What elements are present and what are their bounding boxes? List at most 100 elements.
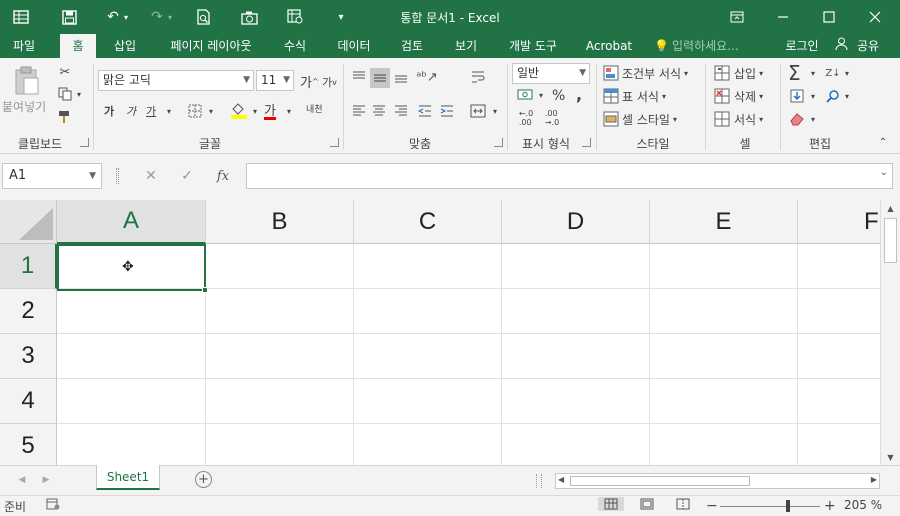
scroll-right-icon[interactable]: ▶ <box>871 475 877 484</box>
cell-e3[interactable] <box>650 334 798 379</box>
column-header[interactable]: B <box>206 200 354 244</box>
select-all-button[interactable] <box>0 200 57 244</box>
excel-app-icon[interactable] <box>8 6 34 28</box>
cell-b5[interactable] <box>206 424 354 465</box>
grow-font-button[interactable]: 가 ^ <box>300 72 319 91</box>
autosum-button[interactable]: Σ <box>788 61 801 85</box>
conditional-format-icon[interactable] <box>602 64 620 82</box>
copy-dropdown-icon[interactable]: ▾ <box>74 85 84 103</box>
format-cells-button[interactable]: 서식 ▾ <box>734 111 763 128</box>
number-launcher-icon[interactable] <box>582 138 591 147</box>
vertical-scroll-thumb[interactable] <box>884 218 897 263</box>
sheet-settings-icon[interactable] <box>282 6 308 28</box>
delete-cells-icon[interactable] <box>713 87 731 105</box>
cell-f1[interactable] <box>798 244 880 289</box>
macro-record-icon[interactable] <box>46 498 60 510</box>
find-select-dropdown-icon[interactable]: ▾ <box>842 88 852 104</box>
format-cells-icon[interactable] <box>713 110 731 128</box>
merge-dropdown-icon[interactable]: ▾ <box>490 103 500 119</box>
redo-dropdown-icon[interactable]: ▾ <box>164 6 176 28</box>
tab-insert[interactable]: 삽입 <box>106 34 144 58</box>
customize-qat-icon[interactable]: ▾ <box>328 6 354 28</box>
paste-button[interactable]: 붙여넣기 <box>2 98 46 115</box>
horizontal-scroll-thumb[interactable] <box>570 476 750 486</box>
row-header[interactable]: 3 <box>0 334 57 379</box>
horizontal-scrollbar[interactable]: ◀ ▶ <box>555 473 880 489</box>
sheet-tab[interactable]: Sheet1 <box>96 465 160 490</box>
cell-d3[interactable] <box>502 334 650 379</box>
tab-home[interactable]: 홈 <box>60 34 96 58</box>
collapse-ribbon-icon[interactable]: ⌃ <box>876 136 890 148</box>
merge-center-icon[interactable] <box>468 102 488 120</box>
fill-dropdown-icon[interactable]: ▾ <box>808 88 818 104</box>
comma-button[interactable]: , <box>576 85 582 104</box>
cell-f5[interactable] <box>798 424 880 465</box>
clipboard-launcher-icon[interactable] <box>80 138 89 147</box>
align-top-icon[interactable] <box>350 68 368 86</box>
name-box[interactable]: A1 ▼ <box>2 163 102 189</box>
cell-b1[interactable] <box>206 244 354 289</box>
tab-page-layout[interactable]: 페이지 레이아웃 <box>160 34 262 58</box>
print-preview-icon[interactable] <box>190 6 216 28</box>
column-header[interactable]: A <box>57 200 206 244</box>
currency-dropdown-icon[interactable]: ▾ <box>536 87 546 103</box>
tab-data[interactable]: 데이터 <box>328 34 380 58</box>
cell-d1[interactable] <box>502 244 650 289</box>
cell-f2[interactable] <box>798 289 880 334</box>
enter-icon[interactable]: ✓ <box>172 163 202 189</box>
align-bottom-icon[interactable] <box>392 68 410 86</box>
increase-decimal-button[interactable]: ←.0 .00 <box>514 108 538 128</box>
border-dropdown-icon[interactable]: ▾ <box>206 103 216 119</box>
fill-color-icon[interactable] <box>228 100 250 120</box>
cell-c1[interactable] <box>354 244 502 289</box>
tab-view[interactable]: 보기 <box>446 34 486 58</box>
cell-c5[interactable] <box>354 424 502 465</box>
cell-styles-button[interactable]: 셀 스타일 ▾ <box>622 111 677 128</box>
shrink-font-button[interactable]: 가v <box>322 74 337 90</box>
tab-developer[interactable]: 개발 도구 <box>500 34 566 58</box>
scroll-up-icon[interactable]: ▲ <box>881 200 900 216</box>
cell-e2[interactable] <box>650 289 798 334</box>
maximize-icon[interactable] <box>806 0 852 34</box>
delete-cells-button[interactable]: 삭제 ▾ <box>734 88 763 105</box>
column-header[interactable]: E <box>650 200 798 244</box>
conditional-format-button[interactable]: 조건부 서식 ▾ <box>622 65 688 82</box>
tab-splitter-icon[interactable] <box>536 474 542 488</box>
normal-view-icon[interactable] <box>598 497 624 511</box>
bold-button[interactable]: 가 <box>104 103 114 119</box>
cell-styles-icon[interactable] <box>602 110 620 128</box>
decrease-decimal-button[interactable]: .00 →.0 <box>540 108 564 128</box>
row-header[interactable]: 1 <box>0 244 57 289</box>
worksheet-grid[interactable]: A B C D E F 1 2 3 4 5 ✥ <box>0 200 880 465</box>
column-header[interactable]: C <box>354 200 502 244</box>
formula-input[interactable]: ⌄ <box>246 163 893 189</box>
sort-filter-dropdown-icon[interactable]: ▾ <box>842 65 852 81</box>
cell-e4[interactable] <box>650 379 798 424</box>
tab-acrobat[interactable]: Acrobat <box>580 34 638 58</box>
tell-me-input[interactable]: 입력하세요... <box>672 34 752 58</box>
tab-formulas[interactable]: 수식 <box>276 34 314 58</box>
page-break-view-icon[interactable] <box>676 498 690 510</box>
cell-e5[interactable] <box>650 424 798 465</box>
sort-filter-icon[interactable]: Z↓ <box>822 64 844 82</box>
close-icon[interactable] <box>852 0 898 34</box>
row-header[interactable]: 5 <box>0 424 57 465</box>
format-as-table-icon[interactable] <box>602 87 620 105</box>
fill-handle[interactable] <box>202 287 208 293</box>
save-icon[interactable] <box>56 6 82 28</box>
minimize-icon[interactable] <box>760 0 806 34</box>
paste-icon[interactable] <box>10 66 44 96</box>
orientation-icon[interactable]: ᵃᵇ↗ <box>416 68 438 86</box>
alignment-launcher-icon[interactable] <box>494 138 503 147</box>
wrap-text-icon[interactable] <box>468 68 488 86</box>
column-header[interactable]: D <box>502 200 650 244</box>
cut-icon[interactable]: ✂ <box>56 63 74 81</box>
row-header[interactable]: 4 <box>0 379 57 424</box>
font-color-dropdown-icon[interactable]: ▾ <box>284 103 294 119</box>
font-name-combo[interactable]: 맑은 고딕 ▼ <box>98 70 254 91</box>
phonetic-button[interactable]: 내천 <box>306 102 323 115</box>
find-select-icon[interactable] <box>822 87 844 105</box>
cell-c3[interactable] <box>354 334 502 379</box>
cell-f3[interactable] <box>798 334 880 379</box>
cancel-icon[interactable]: ✕ <box>136 163 166 189</box>
